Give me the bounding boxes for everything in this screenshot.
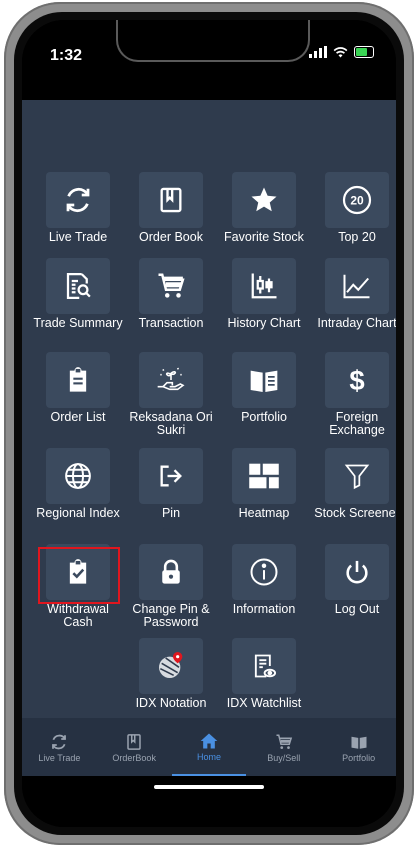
info-icon [250,558,278,586]
menu-history-chart[interactable]: History Chart [218,258,310,330]
notch [116,20,310,62]
cart-icon [276,734,292,749]
home-icon [200,733,218,749]
dollar-icon: $ [349,365,364,395]
menu-change-pin-password[interactable]: Change Pin & Password [125,544,217,629]
heatmap-icon [249,463,279,489]
nav-label: Home [196,752,221,762]
battery-icon [354,46,374,58]
top20-icon: 20 [342,185,372,215]
menu-label: Order List [50,410,106,424]
phone-bezel: 1:32 Live Trade Order Book Favorite Stoc… [14,12,404,835]
menu-label: Top 20 [338,230,376,244]
watchlist-icon [254,654,277,678]
menu-label: Portfolio [241,410,287,424]
menu-label: Stock Screener [314,506,396,520]
nav-orderbook[interactable]: OrderBook [97,718,172,776]
nav-home[interactable]: Home [171,718,247,776]
nav-label: OrderBook [112,753,156,763]
wifi-icon [333,46,348,57]
power-icon [346,560,368,584]
home-indicator[interactable] [154,785,264,789]
clipboard-icon [69,367,87,392]
menu-live-trade[interactable]: Live Trade [32,172,124,244]
svg-text:$: $ [349,365,364,395]
menu-label: Transaction [138,316,204,330]
menu-top-20[interactable]: 20 Top 20 [311,172,396,244]
hand-plant-icon [157,367,185,391]
signal-icon [309,46,327,58]
menu-label: Order Book [139,230,203,244]
nav-portfolio[interactable]: Portfolio [321,718,396,776]
filter-icon [344,464,370,490]
candlestick-icon [251,273,277,299]
menu-trade-summary[interactable]: Trade Summary [32,258,124,330]
menu-label: Intraday Chart [317,316,396,330]
nav-label: Buy/Sell [267,753,301,763]
nav-live-trade[interactable]: Live Trade [22,718,97,776]
menu-heatmap[interactable]: Heatmap [218,448,310,520]
status-icons [309,46,374,58]
menu-label: Favorite Stock [224,230,304,244]
menu-label: History Chart [227,316,301,330]
menu-label: Change Pin & Password [132,602,210,629]
menu-label: Withdrawal Cash [47,602,109,629]
menu-label: IDX Watchlist [226,696,302,710]
home-indicator-area [22,776,396,827]
nav-label: Portfolio [342,753,376,763]
menu-information[interactable]: Information [218,544,310,616]
menu-label: Regional Index [36,506,120,520]
status-time: 1:32 [50,47,83,64]
menu-label: IDX Notation [135,696,207,710]
menu-favorite-stock[interactable]: Favorite Stock [218,172,310,244]
menu-idx-notation[interactable]: IDX Notation [125,638,217,710]
open-book-icon [250,370,278,392]
home-menu: Live Trade Order Book Favorite Stock 20 … [22,100,396,718]
menu-label: Foreign Exchange [329,410,385,437]
book-icon [160,187,182,213]
nav-buy-sell[interactable]: Buy/Sell [246,718,321,776]
open-book-icon [351,736,367,749]
menu-pin[interactable]: Pin [125,448,217,520]
book-icon [127,734,141,750]
menu-label: Reksadana Ori Sukri [129,410,213,437]
line-chart-icon [343,274,370,299]
logout-arrow-icon [160,465,182,487]
menu-label: Information [232,602,296,616]
menu-idx-watchlist[interactable]: IDX Watchlist [218,638,310,710]
phone-frame: 1:32 Live Trade Order Book Favorite Stoc… [4,2,414,845]
menu-regional-index[interactable]: Regional Index [32,448,124,520]
nav-label: Live Trade [38,753,81,763]
menu-label: Live Trade [48,230,108,244]
refresh-icon [66,187,90,213]
menu-label: Log Out [334,602,380,616]
cart-icon [158,273,185,298]
menu-order-list[interactable]: Order List [32,352,124,424]
menu-stock-screener[interactable]: Stock Screener [311,448,396,520]
star-icon [251,187,277,212]
refresh-icon [52,734,67,750]
menu-order-book[interactable]: Order Book [125,172,217,244]
globe-icon [65,463,91,489]
menu-portfolio[interactable]: Portfolio [218,352,310,424]
menu-label: Heatmap [238,506,290,520]
menu-label: Trade Summary [33,316,123,330]
map-pin-icon [159,652,183,678]
screen: 1:32 Live Trade Order Book Favorite Stoc… [22,20,396,827]
lock-icon [162,559,180,584]
menu-reksadana[interactable]: Reksadana Ori Sukri [125,352,217,437]
bottom-navigation: Live Trade OrderBook Home Buy/Sell Portf… [22,718,396,776]
menu-transaction[interactable]: Transaction [125,258,217,330]
svg-text:20: 20 [350,194,364,208]
status-bar: 1:32 [22,20,396,100]
menu-log-out[interactable]: Log Out [311,544,396,616]
menu-label: Pin [161,506,181,520]
menu-intraday-chart[interactable]: Intraday Chart [311,258,396,330]
document-search-icon [66,273,91,299]
selection-highlight [38,547,120,604]
menu-foreign-exchange[interactable]: $ Foreign Exchange [311,352,396,437]
